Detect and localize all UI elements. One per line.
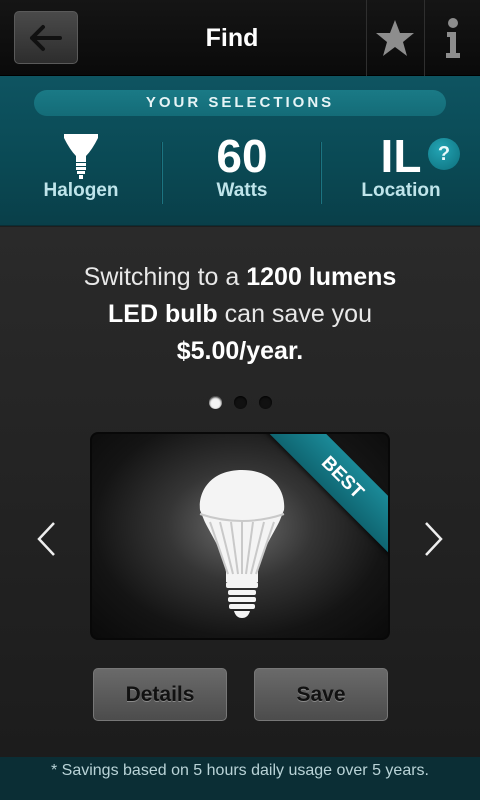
main-content: Switching to a 1200 lumens LED bulb can … <box>0 227 480 757</box>
location-selection[interactable]: IL Location <box>322 128 480 214</box>
wattage-selection[interactable]: 60 Watts <box>163 128 321 214</box>
details-button[interactable]: Details <box>93 668 227 721</box>
arrow-left-icon <box>30 24 62 51</box>
page-title: Find <box>205 24 259 52</box>
savings-prefix: Switching to a <box>83 263 247 291</box>
selections-panel: YOUR SELECTIONS Halogen 60 Watts IL Loca… <box>0 76 480 226</box>
savings-message: Switching to a 1200 lumens LED bulb can … <box>40 259 440 370</box>
chevron-right-icon[interactable] <box>418 519 448 559</box>
page-dot[interactable] <box>208 396 222 409</box>
chevron-left-icon[interactable] <box>32 519 62 559</box>
page-dot[interactable] <box>233 396 247 409</box>
bulb-type-label: Halogen <box>43 180 119 201</box>
product-card[interactable]: BEST <box>90 432 390 640</box>
page-dot[interactable] <box>258 396 272 409</box>
star-icon <box>376 20 414 56</box>
back-button[interactable] <box>14 11 78 64</box>
footer-note: * Savings based on 5 hours daily usage o… <box>0 757 480 800</box>
top-bar: Find <box>0 0 480 76</box>
bulb-type-selection[interactable]: Halogen <box>0 128 162 214</box>
halogen-bulb-icon <box>64 134 98 179</box>
savings-bulb: LED bulb <box>108 300 218 328</box>
info-button[interactable] <box>424 0 480 76</box>
page-indicator <box>0 396 480 409</box>
selections-heading: YOUR SELECTIONS <box>34 90 446 116</box>
wattage-value: 60 <box>216 130 268 182</box>
savings-middle: can save you <box>217 300 372 328</box>
location-label: Location <box>361 180 441 201</box>
save-button[interactable]: Save <box>254 668 388 721</box>
favorites-button[interactable] <box>366 0 423 76</box>
savings-amount: $5.00/year. <box>176 337 304 365</box>
info-icon <box>446 18 460 58</box>
help-button[interactable]: ? <box>428 138 460 170</box>
savings-lumens: 1200 lumens <box>246 263 397 291</box>
wattage-label: Watts <box>216 180 268 201</box>
